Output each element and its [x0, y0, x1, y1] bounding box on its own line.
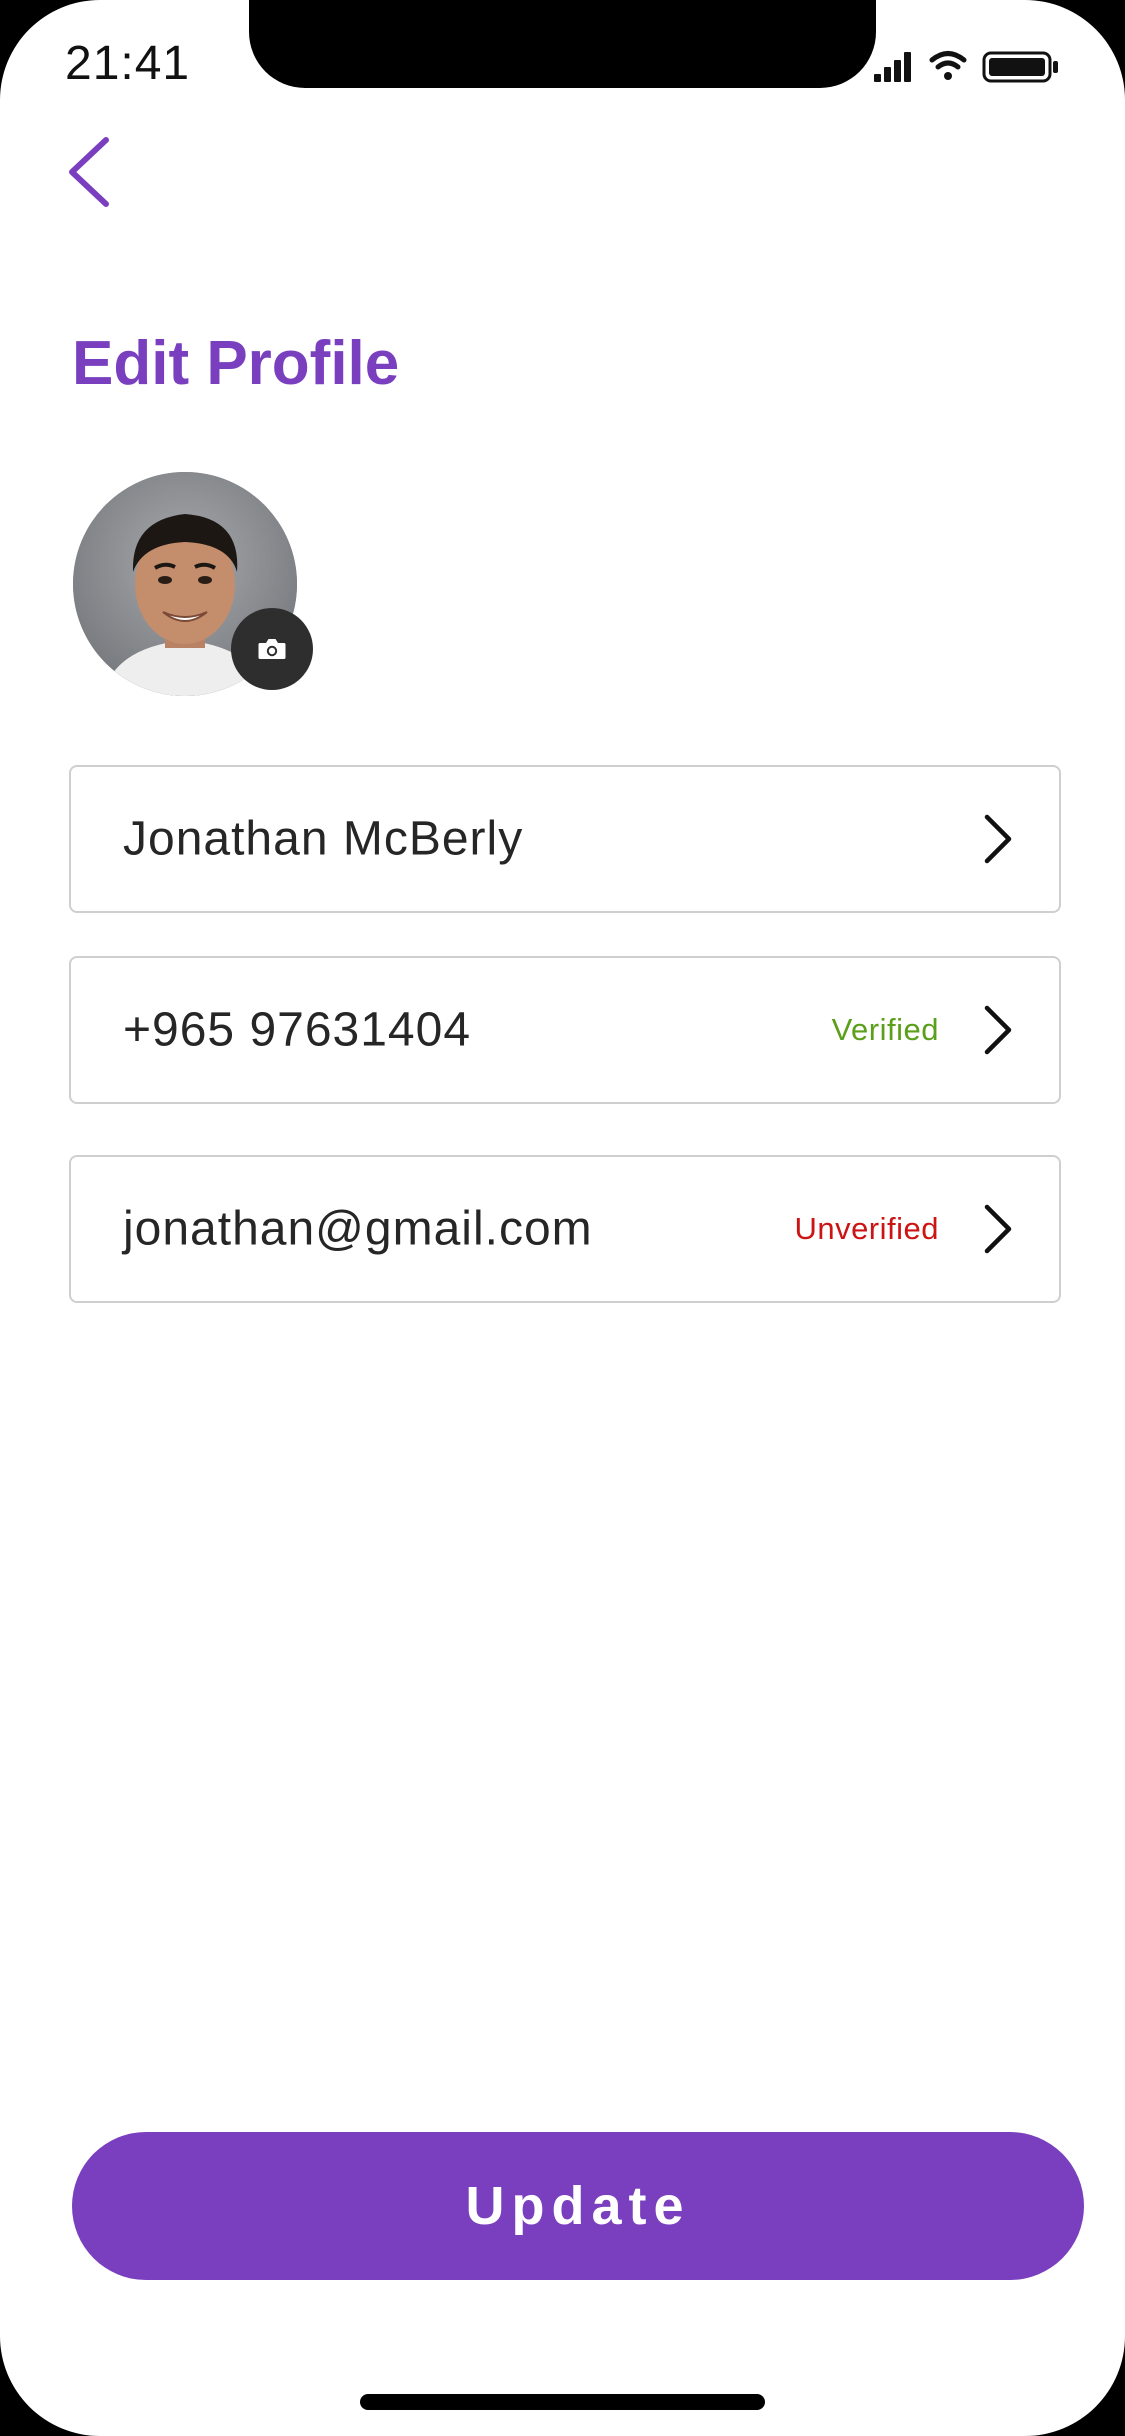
- home-indicator[interactable]: [360, 2394, 765, 2410]
- back-button[interactable]: [56, 130, 126, 210]
- battery-icon: [982, 51, 1058, 83]
- avatar-section: [73, 472, 323, 702]
- camera-icon: [258, 639, 286, 659]
- wifi-icon: [929, 51, 967, 80]
- email-value: jonathan@gmail.com: [123, 1202, 593, 1256]
- phone-value: +965 97631404: [123, 1003, 472, 1057]
- update-button[interactable]: Update: [72, 2132, 1084, 2280]
- cellular-signal-icon: [874, 52, 911, 82]
- name-value: Jonathan McBerly: [123, 812, 524, 866]
- phone-field[interactable]: +965 97631404 Verified: [69, 956, 1061, 1104]
- device-notch: [249, 0, 876, 88]
- email-field[interactable]: jonathan@gmail.com Unverified: [69, 1155, 1061, 1303]
- status-icons: [874, 51, 1058, 83]
- change-photo-button[interactable]: [231, 608, 313, 690]
- phone-screen: 21:41 Edit Profile Jonathan McBerly +965…: [0, 0, 1125, 2436]
- chevron-right-icon: [984, 1204, 1012, 1254]
- name-field[interactable]: Jonathan McBerly: [69, 765, 1061, 913]
- email-status-badge: Unverified: [794, 1211, 939, 1246]
- page-title: Edit Profile: [72, 329, 400, 398]
- chevron-left-icon: [69, 137, 109, 207]
- phone-status-badge: Verified: [831, 1012, 939, 1047]
- status-time: 21:41: [65, 37, 191, 90]
- chevron-right-icon: [984, 814, 1012, 864]
- chevron-right-icon: [984, 1005, 1012, 1055]
